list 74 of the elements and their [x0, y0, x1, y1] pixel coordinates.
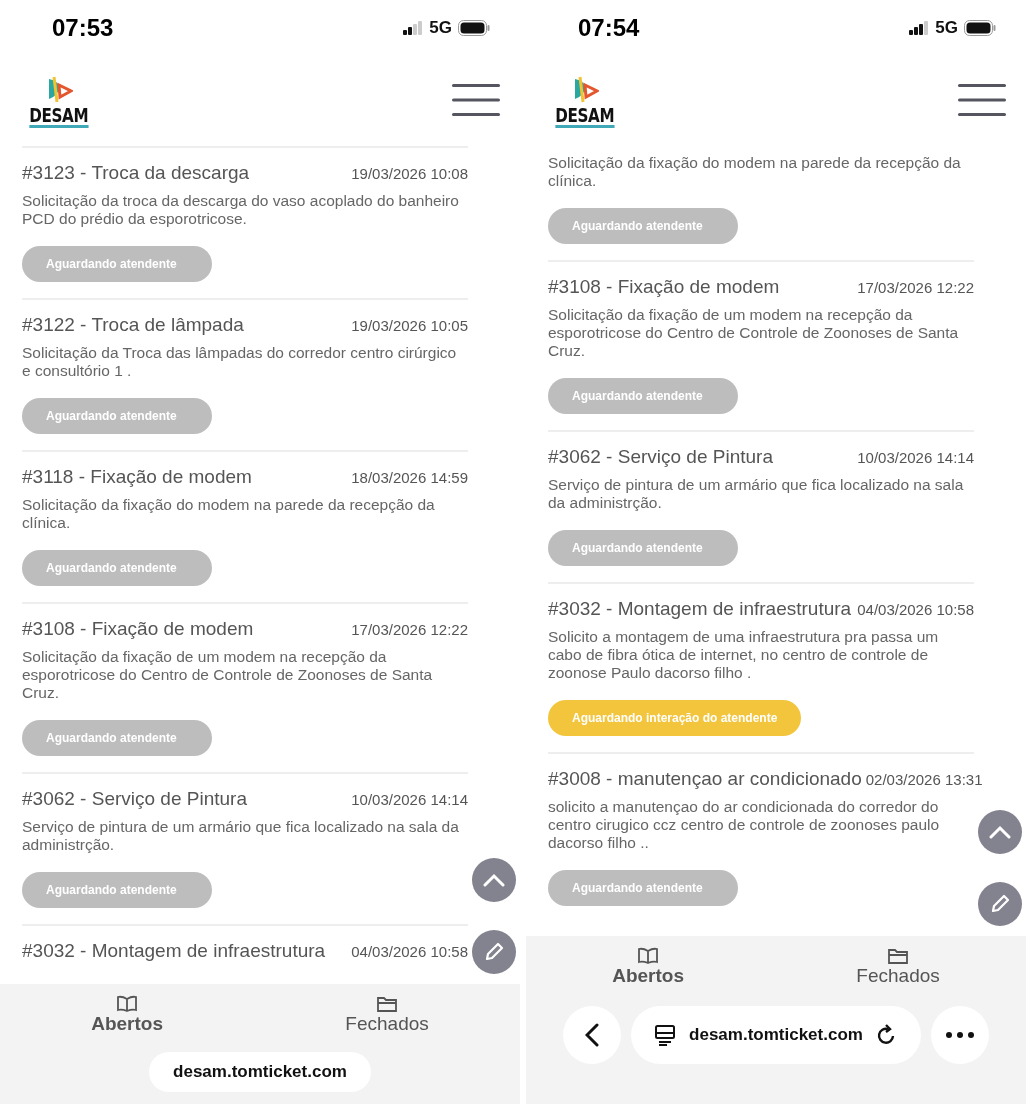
status-badge: Aguardando atendente: [548, 208, 738, 244]
ticket-description: Solicitação da troca da descarga do vaso acoplado do banheiro PCD do prédio da esporotricose.: [22, 192, 460, 228]
status-badge: Aguardando atendente: [22, 398, 212, 434]
edit-button[interactable]: [978, 882, 1022, 926]
ticket-title[interactable]: #3123 - Troca da descarga: [22, 162, 250, 184]
status-badge: Aguardando atendente: [548, 870, 738, 906]
logo-wordmark: DESAM: [555, 104, 615, 128]
edit-button[interactable]: [472, 930, 516, 974]
ticket-description: Solicitação da fixação de um modem na recepção da esporotricose do Centro de Controle de Zoonoses de Santa Cruz.: [548, 306, 960, 360]
more-icon: [945, 1032, 974, 1038]
ticket-description: Serviço de pintura de um armário que fica localizado na sala da administrção.: [22, 818, 460, 854]
ticket-description: Solicitação da fixação de um modem na recepção da esporotricose do Centro de Controle de Zoonoses de Santa Cruz.: [22, 648, 434, 702]
status-badge: Aguardando atendente: [548, 530, 738, 566]
ticket-date: 02/03/2026 13:31: [865, 771, 983, 788]
folder-icon: [376, 995, 399, 1013]
battery-icon: [458, 20, 490, 36]
signal-icon: [909, 21, 930, 35]
ticket-description: solicito a manutençao do ar condicionada do corredor do centro cirugico ccz centro de controle de zoonoses paulo dacorso filho ..: [548, 798, 941, 852]
ticket-description: Serviço de pintura de um armário que fica localizado na sala da administrção.: [548, 476, 965, 512]
ticket-description: Solicitação da Troca das lâmpadas do corredor centro cirúrgico e consultório 1 .: [22, 344, 458, 380]
url-field[interactable]: desam.tomticket.com: [149, 1052, 371, 1092]
status-time: 07:53: [52, 14, 114, 42]
chevron-left-icon: [585, 1023, 600, 1047]
ticket-date: 17/03/2026 12:22: [857, 279, 974, 296]
chevron-up-icon: [483, 873, 505, 887]
nav-tab[interactable]: Fechados: [850, 946, 946, 988]
status-badge: Aguardando atendente: [22, 246, 212, 282]
ticket-title[interactable]: #3008 - manutençao ar condicionado: [548, 768, 862, 790]
ticket-title[interactable]: #3122 - Troca de lâmpada: [22, 314, 244, 336]
scroll-up-button[interactable]: [978, 810, 1022, 854]
address-bar[interactable]: desam.tomticket.com: [631, 1006, 921, 1064]
status-badge: Aguardando atendente: [548, 378, 738, 414]
ticket-date: 17/03/2026 12:22: [351, 621, 468, 638]
ticket-title[interactable]: #3118 - Fixação de modem: [22, 466, 252, 488]
pencil-icon: [989, 893, 1011, 915]
menu-icon: [956, 82, 1008, 117]
scroll-up-button[interactable]: [472, 858, 516, 902]
ticket-title[interactable]: #3108 - Fixação de modem: [548, 276, 780, 298]
status-badge: Aguardando atendente: [22, 872, 212, 908]
logo-wordmark: DESAM: [29, 104, 89, 128]
ticket-description: Solicitação da fixação do modem na parede da recepção da clínica.: [548, 154, 962, 190]
status-badge: Aguardando atendente: [22, 720, 212, 756]
ticket-date: 04/03/2026 10:58: [351, 943, 468, 960]
ticket-description: Solicitação da fixação do modem na parede da recepção da clínica.: [22, 496, 436, 532]
status-badge: Aguardando interação do atendente: [548, 700, 802, 736]
ticket-title[interactable]: #3062 - Serviço de Pintura: [548, 446, 773, 468]
chevron-up-icon: [989, 825, 1011, 839]
status-time: 07:54: [578, 14, 640, 42]
ticket-date: 10/03/2026 14:14: [351, 791, 468, 808]
ticket-date: 04/03/2026 10:58: [857, 601, 974, 618]
ticket-title[interactable]: #3032 - Montagem de infraestrutura: [548, 598, 852, 620]
nav-tab[interactable]: Abertos: [606, 946, 690, 988]
page-icon: [653, 1023, 678, 1047]
folder-icon: [887, 947, 910, 965]
nav-tab[interactable]: Fechados: [339, 994, 435, 1036]
ticket-date: 18/03/2026 14:59: [351, 469, 468, 486]
ticket-date: 19/03/2026 10:08: [351, 165, 468, 182]
ticket-title[interactable]: #3032 - Montagem de infraestrutura: [22, 940, 326, 962]
status-badge: Aguardando atendente: [22, 550, 212, 586]
url-text: desam.tomticket.com: [689, 1025, 863, 1045]
ticket-description: Solicito a montagem de uma infraestrutura pra passa um cabo de fibra ótica de internet, no centro de controle de zoonose Paulo dacorso filho .: [548, 628, 940, 682]
nav-tab[interactable]: Abertos: [85, 994, 169, 1036]
network-label: 5G: [429, 18, 452, 38]
book-icon: [637, 947, 660, 965]
ticket-title[interactable]: #3062 - Serviço de Pintura: [22, 788, 247, 810]
ticket-title[interactable]: #3108 - Fixação de modem: [22, 618, 254, 640]
network-label: 5G: [935, 18, 958, 38]
ticket-date: 19/03/2026 10:05: [351, 317, 468, 334]
signal-icon: [403, 21, 424, 35]
battery-icon: [964, 20, 996, 36]
ticket-date: 10/03/2026 14:14: [857, 449, 974, 466]
pencil-icon: [483, 941, 505, 963]
book-icon: [116, 995, 139, 1013]
menu-icon: [450, 82, 502, 117]
